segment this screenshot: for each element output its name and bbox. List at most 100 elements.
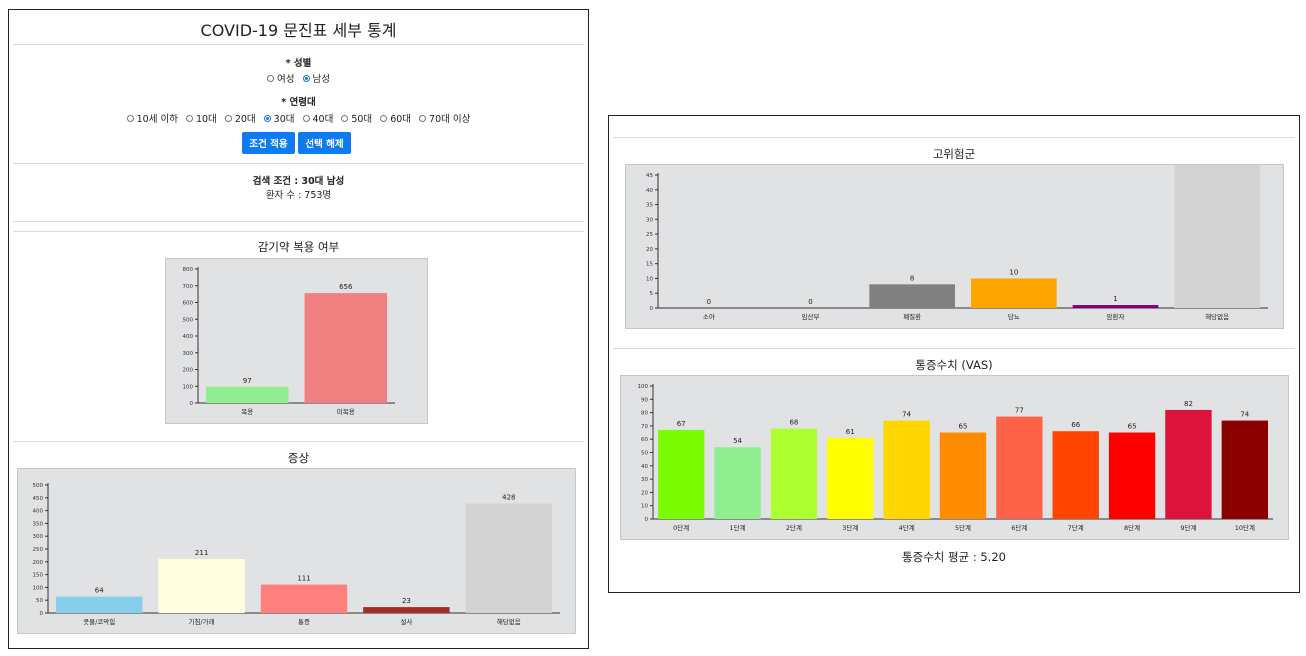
- x-category-label: 4단계: [899, 523, 915, 532]
- bar-vas-8: [1108, 432, 1156, 519]
- y-tick-label: 500: [33, 483, 44, 489]
- symptom-chart-container: 0 50 100 150 200 250 300 350 400 450 500 64 콧물/코막힘 21…: [17, 468, 576, 634]
- bar-vas-3: [827, 437, 874, 519]
- y-tick-label: 400: [183, 334, 194, 340]
- bar-value-label: 68: [789, 419, 798, 427]
- x-category-label: 5단계: [955, 523, 971, 532]
- age-radio-option[interactable]: 40대: [302, 111, 333, 125]
- bar-value-label: 1: [1113, 295, 1117, 303]
- age-radio-option[interactable]: 30대: [263, 111, 295, 125]
- y-tick-label: 10: [641, 504, 648, 510]
- reset-filter-button[interactable]: 선택 해제: [298, 132, 351, 154]
- y-tick-label: 100: [183, 384, 194, 390]
- y-tick-label: 50: [36, 598, 43, 604]
- age-radio-option[interactable]: 50대: [341, 111, 372, 125]
- radio-button-icon[interactable]: [224, 114, 232, 122]
- radio-button-icon[interactable]: [185, 114, 193, 122]
- x-category-label: 해당없음: [1205, 312, 1229, 321]
- y-tick-label: 0: [645, 517, 649, 523]
- divider: [13, 441, 584, 442]
- apply-filter-button[interactable]: 조건 적용: [242, 132, 295, 154]
- x-category-label: 콧물/코막힘: [83, 617, 115, 626]
- y-tick-label: 450: [33, 496, 44, 502]
- bar-symptom-2: [260, 584, 348, 613]
- bar-vas-10: [1221, 420, 1268, 519]
- radio-button-icon[interactable]: [341, 114, 349, 122]
- radio-button-icon[interactable]: [126, 114, 134, 122]
- age-radio-label: 50대: [351, 114, 373, 125]
- bar-risk-3: [971, 278, 1057, 308]
- symptom-bar-chart: 0 50 100 150 200 250 300 350 400 450 500 64 콧물/코막힘 21…: [33, 483, 560, 626]
- y-tick-label: 70: [641, 424, 648, 430]
- bar-symptom-4: [465, 503, 552, 613]
- bar-risk-4: [1072, 305, 1159, 308]
- x-category-label: 6단계: [1011, 523, 1027, 532]
- gender-radio-option[interactable]: 남성: [302, 71, 330, 85]
- y-tick-label: 30: [646, 217, 653, 223]
- radio-button-icon[interactable]: [419, 114, 427, 122]
- age-radio-group: 10세 이하 10대 20대 30대 40대 50대 60대 70대 이상: [9, 111, 588, 125]
- radio-button-icon[interactable]: [380, 114, 388, 122]
- bar-vas-9: [1165, 409, 1212, 519]
- x-category-label: 0단계: [673, 523, 689, 532]
- patient-count: 환자 수 : 753명: [265, 190, 332, 201]
- x-category-label: 해당없음: [497, 617, 521, 626]
- statistics-panel-left: COVID-19 문진표 세부 통계 * 성별 여성 남성 * 연령대 10세 이…: [8, 9, 589, 649]
- y-tick-label: 300: [33, 534, 44, 540]
- x-category-label: 8단계: [1124, 523, 1140, 532]
- y-tick-label: 600: [183, 301, 194, 307]
- x-category-label: 미복용: [337, 407, 355, 416]
- gender-radio-option[interactable]: 여성: [267, 71, 295, 85]
- x-category-label: 2단계: [786, 523, 802, 532]
- age-radio-option[interactable]: 70대 이상: [419, 111, 470, 125]
- bar-symptom-0: [56, 596, 143, 613]
- radio-button-icon[interactable]: [302, 114, 310, 122]
- bar-value-label: 97: [243, 377, 252, 385]
- medication-chart-title: 감기약 복용 여부: [257, 240, 340, 254]
- bar-value-label: 211: [195, 549, 208, 557]
- bar-value-label: 428: [502, 493, 515, 501]
- bar-value-label: 82: [1184, 400, 1193, 408]
- risk-chart-container: 0510152025303540450소아0임산부8폐질환10당뇨1암환자734…: [625, 0, 1284, 329]
- age-radio-label: 70대 이상: [429, 114, 471, 125]
- y-tick-label: 35: [646, 203, 653, 209]
- statistics-panel-right: 고위험군 0 5 10 15 20 25 30 35 40 45 0 소아 0 임산부 8 폐질환 10 당뇨 1 암…: [608, 0, 1300, 593]
- bar-value-label: 8: [910, 274, 914, 282]
- y-tick-label: 700: [183, 284, 194, 290]
- y-tick-label: 5: [650, 291, 654, 297]
- x-category-label: 7단계: [1068, 523, 1084, 532]
- search-condition: 검색 조건 : 30대 남성: [252, 176, 345, 187]
- divider: [13, 44, 584, 45]
- divider: [13, 163, 584, 164]
- bar-vas-7: [1052, 431, 1099, 519]
- gender-radio-group: 여성 남성: [9, 71, 588, 85]
- y-tick-label: 150: [33, 573, 44, 579]
- gender-radio-label: 여성: [277, 74, 295, 85]
- y-tick-label: 20: [641, 490, 648, 496]
- bar-vas-1: [714, 447, 761, 519]
- medication-bar-chart: 0 100 200 300 400 500 600 700 800 97 복용 656 미복용: [183, 267, 395, 416]
- age-radio-option[interactable]: 10세 이하: [126, 111, 178, 125]
- radio-button-icon[interactable]: [263, 114, 271, 122]
- y-tick-label: 60: [641, 437, 648, 443]
- bar-vas-2: [770, 428, 818, 519]
- gender-label: * 성별: [285, 58, 312, 69]
- bar-value-label: 111: [297, 575, 310, 583]
- radio-button-icon[interactable]: [267, 74, 275, 82]
- vas-chart-container: 0 10 20 30 40 50 60 70 80 90 100 67 0단계 54 1단계 68 2단계 61 3…: [620, 375, 1289, 540]
- y-tick-label: 40: [646, 188, 653, 194]
- y-tick-label: 100: [33, 585, 44, 591]
- bar-vas-5: [939, 432, 987, 519]
- age-radio-option[interactable]: 20대: [224, 111, 256, 125]
- y-tick-label: 800: [183, 267, 194, 273]
- x-category-label: 폐질환: [903, 312, 921, 321]
- bar-value-label: 61: [846, 428, 855, 436]
- bar-medication-0: [206, 386, 289, 403]
- bar-value-label: 0: [808, 298, 812, 306]
- age-radio-option[interactable]: 10대: [185, 111, 217, 125]
- age-radio-option[interactable]: 60대: [380, 111, 411, 125]
- radio-button-icon[interactable]: [302, 74, 310, 82]
- bar-value-label: 74: [902, 411, 911, 419]
- x-category-label: 암환자: [1107, 312, 1125, 321]
- x-category-label: 1단계: [729, 523, 745, 532]
